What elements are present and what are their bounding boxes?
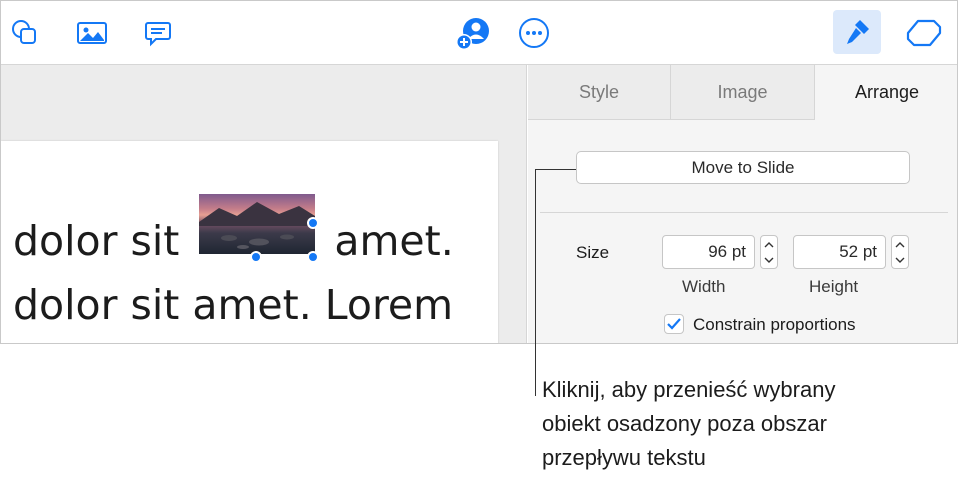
callout-line [535, 169, 536, 396]
document-canvas: dolor sit amet. dolor sit amet. Lorem [1, 65, 527, 343]
media-button[interactable] [72, 13, 112, 53]
chevron-down-icon [764, 257, 774, 263]
resize-handle-bottom-middle[interactable] [250, 251, 262, 263]
callout-line-tick [535, 169, 576, 170]
tab-style[interactable]: Style [528, 65, 671, 120]
text-before-image: dolor sit [13, 217, 193, 265]
move-to-slide-button[interactable]: Move to Slide [576, 151, 910, 184]
more-button[interactable] [514, 13, 554, 53]
width-field[interactable]: 96 pt [662, 235, 755, 269]
media-icon [77, 22, 107, 44]
text-after-image: amet. [334, 217, 454, 265]
resize-handle-top-right[interactable] [307, 217, 319, 229]
format-button[interactable] [833, 10, 881, 54]
callout-text: Kliknij, aby przenieść wybrany obiekt os… [542, 373, 962, 475]
collaborate-button[interactable] [453, 13, 493, 53]
chevron-up-icon [764, 241, 774, 247]
text-line-2[interactable]: dolor sit amet. Lorem [13, 281, 453, 329]
inspector-tabs: Style Image Arrange [528, 65, 957, 120]
chevron-up-icon [895, 241, 905, 247]
height-label: Height [809, 277, 859, 296]
width-stepper[interactable] [760, 235, 778, 269]
inline-image[interactable] [199, 194, 315, 254]
callout-line-2: obiekt osadzony poza obszar [542, 411, 827, 436]
toolbar [1, 1, 957, 65]
callout-line-3: przepływu tekstu [542, 445, 706, 470]
resize-handle-bottom-right[interactable] [307, 251, 319, 263]
landscape-photo [199, 202, 315, 249]
section-divider [540, 212, 948, 213]
height-field[interactable]: 52 pt [793, 235, 886, 269]
constrain-proportions-checkbox[interactable] [664, 314, 684, 334]
comment-icon [145, 22, 171, 47]
shape-icon [12, 20, 36, 44]
size-label: Size [576, 243, 610, 262]
shape-button[interactable] [5, 13, 45, 53]
document-button[interactable] [901, 11, 947, 55]
tab-arrange[interactable]: Arrange [815, 65, 957, 120]
collaborate-icon [456, 18, 489, 50]
chevron-down-icon [895, 257, 905, 263]
app-window: dolor sit amet. dolor sit amet. Lorem St… [0, 0, 958, 344]
tab-image[interactable]: Image [671, 65, 815, 120]
comment-button[interactable] [138, 13, 178, 53]
checkmark-icon [667, 318, 681, 330]
callout-line-1: Kliknij, aby przenieść wybrany [542, 377, 836, 402]
format-icon [847, 20, 869, 44]
width-label: Width [682, 277, 726, 296]
more-icon [519, 18, 549, 48]
format-inspector: Style Image Arrange Move to Slide Size 9… [528, 65, 957, 343]
height-stepper[interactable] [891, 235, 909, 269]
constrain-proportions-label: Constrain proportions [693, 315, 856, 334]
document-icon [906, 19, 942, 47]
